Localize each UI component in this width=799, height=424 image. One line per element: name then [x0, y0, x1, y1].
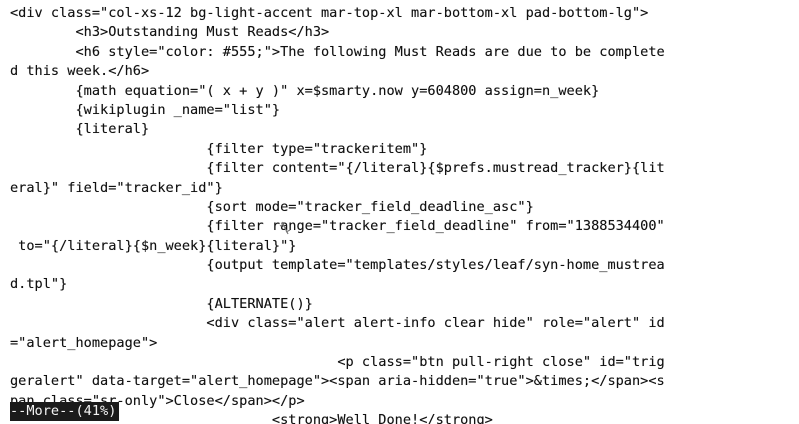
output-line: eral}" field="tracker_id"} — [10, 179, 223, 196]
terminal-window[interactable]: <div class="col-xs-12 bg-light-accent ma… — [0, 0, 799, 424]
output-line: pan class="sr-only">Close</span></p> — [10, 392, 305, 409]
output-line: <strong>Well Done!</strong> — [10, 412, 493, 424]
output-line: {filter content="{/literal}{$prefs.mustr… — [10, 160, 665, 177]
output-line: geralert" data-target="alert_homepage"><… — [10, 373, 665, 390]
output-line: {filter range="tracker_field_deadline" f… — [10, 218, 665, 235]
output-line: d.tpl"} — [10, 276, 68, 293]
output-line: <div class="alert alert-info clear hide"… — [10, 315, 665, 332]
output-line: {wikiplugin _name="list"} — [10, 101, 281, 118]
output-line: to="{/literal}{$n_week}{literal}"} — [10, 237, 297, 254]
pager-output: <div class="col-xs-12 bg-light-accent ma… — [10, 4, 790, 424]
i-beam-cursor-icon — [279, 221, 291, 235]
output-line: <h3>Outstanding Must Reads</h3> — [10, 24, 330, 41]
output-line: {sort mode="tracker_field_deadline_asc"} — [10, 198, 534, 215]
output-line: {filter type="trackeritem"} — [10, 140, 428, 157]
output-line: <h6 style="color: #555;">The following M… — [10, 43, 665, 60]
more-prompt[interactable]: --More--(41%) — [10, 402, 120, 421]
output-line: {ALTERNATE()} — [10, 295, 313, 312]
output-line: {literal} — [10, 121, 150, 138]
output-line: ="alert_homepage"> — [10, 334, 158, 351]
output-line: <div class="col-xs-12 bg-light-accent ma… — [10, 5, 649, 21]
output-line: d this week.</h6> — [10, 63, 150, 80]
output-line: {math equation="( x + y )" x=$smarty.now… — [10, 82, 600, 99]
output-line: {output template="templates/styles/leaf/… — [10, 257, 665, 274]
output-line: <p class="btn pull-right close" id="trig — [10, 354, 665, 371]
